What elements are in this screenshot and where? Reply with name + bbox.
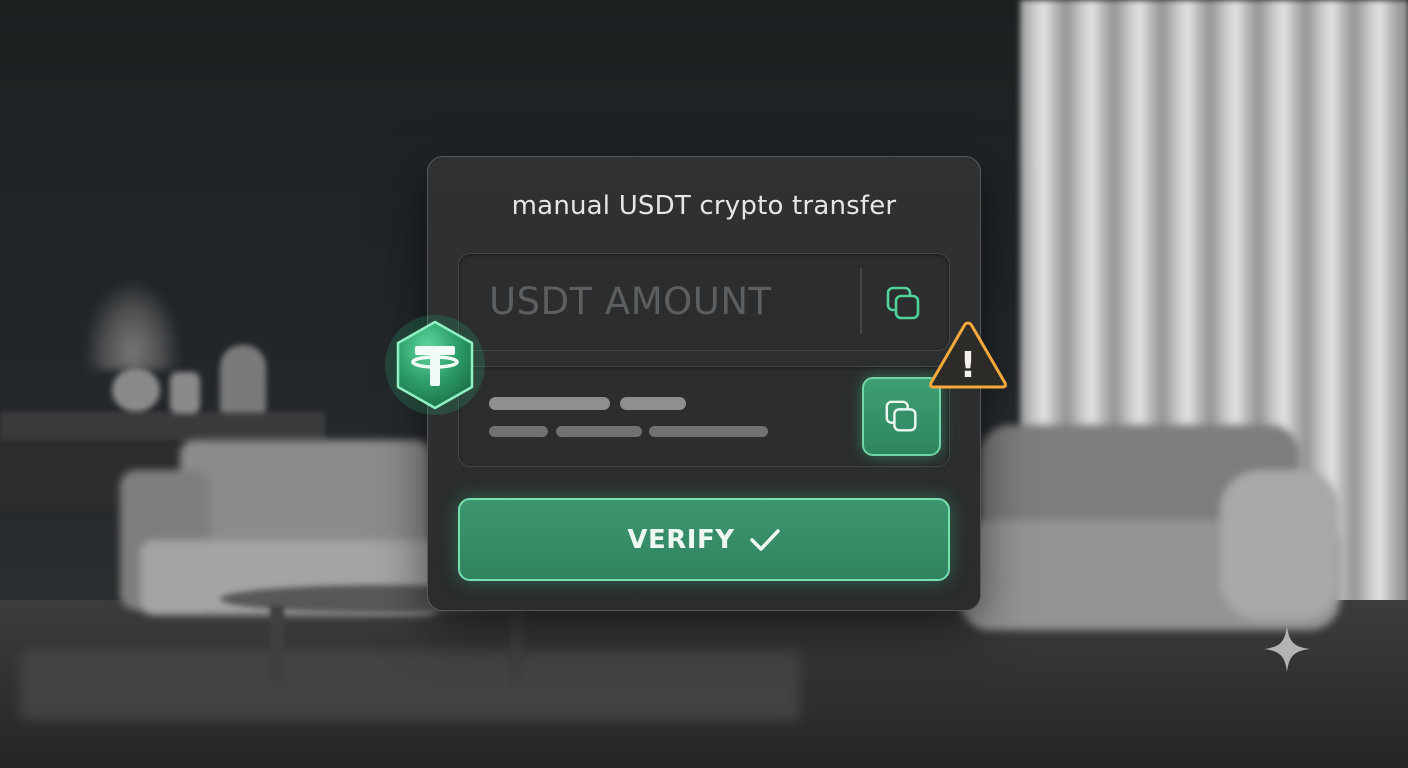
copy-icon <box>885 400 917 432</box>
usdt-amount-placeholder: USDT AMOUNT <box>489 280 772 323</box>
verify-button-label: VERIFY <box>627 524 735 555</box>
field-divider <box>860 268 862 334</box>
redacted-text-line <box>489 397 610 410</box>
background-table-leg <box>270 605 284 685</box>
background-shelf <box>0 412 325 442</box>
background-arch-decor <box>220 345 266 413</box>
verify-button[interactable]: VERIFY <box>458 498 950 581</box>
background-bottle <box>170 372 200 414</box>
wallet-address-field[interactable] <box>458 366 950 467</box>
warning-icon: ! <box>928 321 1008 389</box>
background-table-leg <box>510 605 524 685</box>
copy-icon[interactable] <box>884 284 924 324</box>
usdt-amount-field[interactable]: USDT AMOUNT <box>458 253 950 351</box>
checkmark-icon <box>749 528 780 551</box>
redacted-text-line <box>620 397 686 410</box>
background-rug <box>20 650 800 720</box>
redacted-text-line <box>556 426 642 437</box>
tether-glyph: T <box>382 312 383 313</box>
tether-logo-icon: T <box>382 312 485 415</box>
sparkle-icon <box>1264 626 1310 672</box>
redacted-text-line <box>649 426 768 437</box>
background-vase <box>112 368 160 412</box>
transfer-card: manual USDT crypto transfer USDT AMOUNT … <box>427 156 981 611</box>
warning-glyph: ! <box>960 345 976 386</box>
redacted-text-line <box>489 426 548 437</box>
card-title: manual USDT crypto transfer <box>511 191 897 221</box>
background-plant <box>85 280 180 370</box>
background-sofa-right-arm <box>1220 470 1340 620</box>
